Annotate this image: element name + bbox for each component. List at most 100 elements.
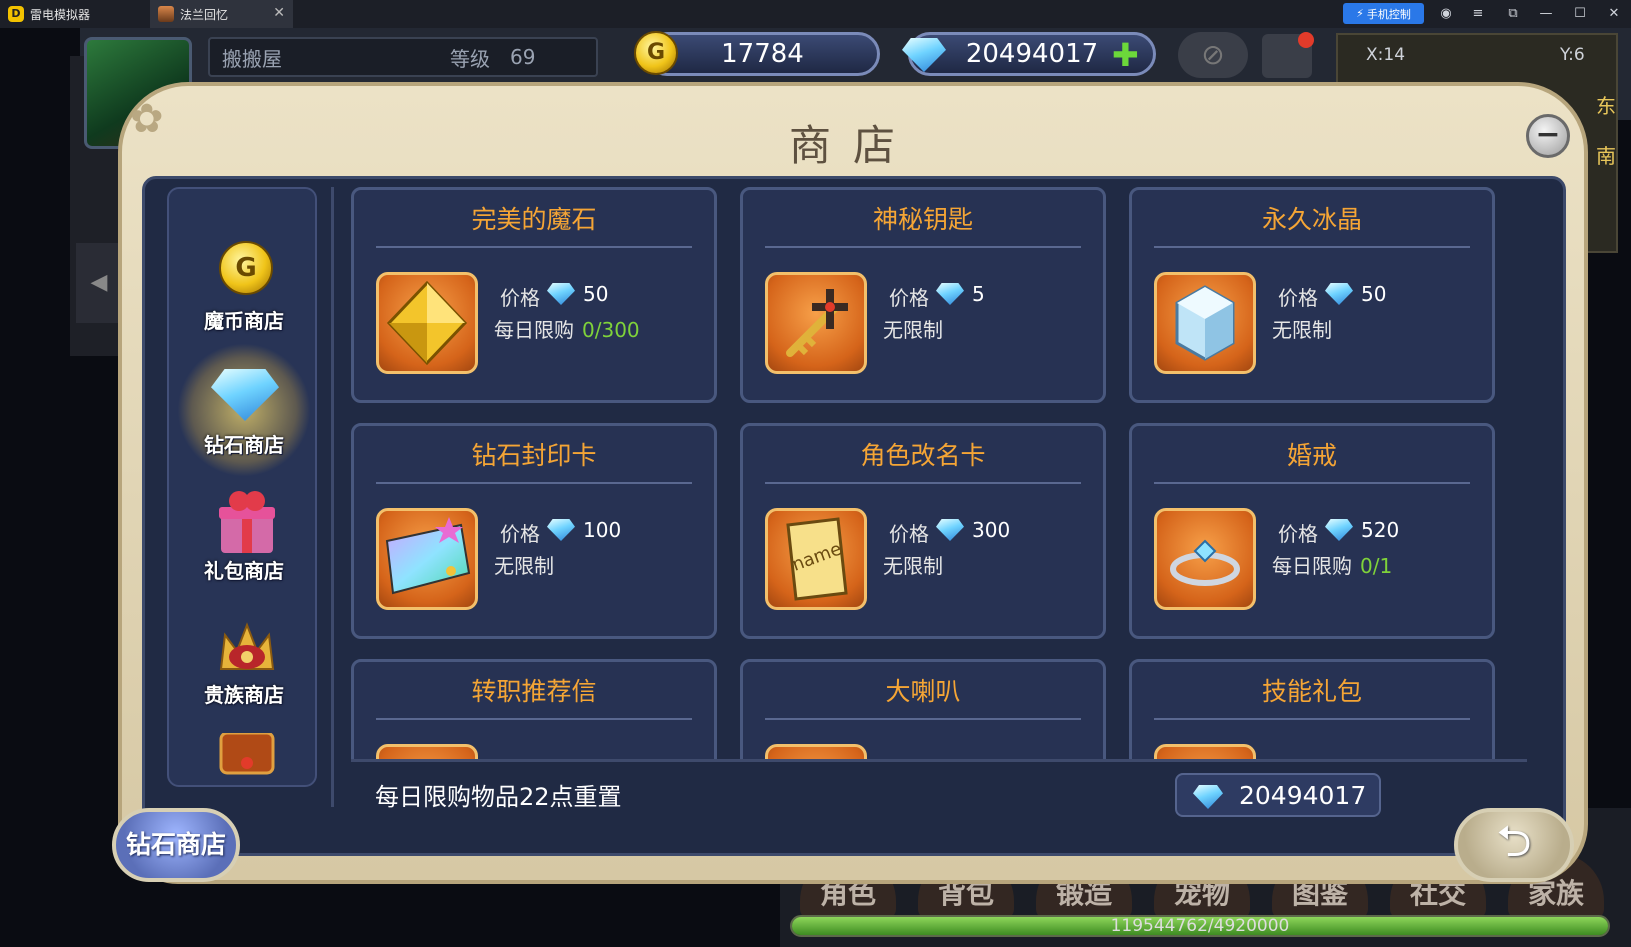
emulator-logo-icon: D: [8, 6, 24, 22]
purchase-limit: 每日限购 0/300: [494, 314, 640, 343]
price-label: 价格: [500, 286, 540, 310]
category-gift-shop[interactable]: 礼包商店: [169, 477, 315, 597]
maximize-icon[interactable]: ☐: [1570, 4, 1590, 24]
shop-window: ✿ 商店 − G 魔币商店 钻石商店 礼包商店 贵族商店 完美的魔石 价格 50…: [112, 82, 1588, 884]
diamond-icon: [936, 283, 964, 305]
divider: [376, 718, 692, 720]
key-icon: [765, 272, 867, 374]
rename-card-icon: name: [765, 508, 867, 610]
coord-y: Y:6: [1560, 45, 1585, 65]
category-gold-shop[interactable]: G 魔币商店: [169, 227, 315, 347]
emulator-titlebar: D 雷电模拟器 法兰回忆 ✕ ⚡ 手机控制 ◉ ≡ ⧉ — ☐ ✕: [0, 0, 1631, 28]
stats-chart-icon[interactable]: [1262, 32, 1314, 78]
category-chest-shop[interactable]: [169, 723, 315, 785]
diamond-amount: 20494017: [965, 39, 1099, 69]
footer-divider: [351, 759, 1527, 762]
item-name: 钻石封印卡: [471, 441, 597, 470]
player-name: 搬搬屋: [222, 46, 282, 71]
item-price: 50: [1361, 282, 1387, 306]
item-card-wedding-ring[interactable]: 婚戒 价格 520 每日限购 0/1: [1129, 423, 1495, 639]
divider: [1154, 246, 1470, 248]
divider: [765, 246, 1081, 248]
item-icon: [765, 744, 867, 759]
close-shop-button[interactable]: −: [1526, 114, 1570, 158]
sidebar-divider: [331, 187, 334, 807]
item-name: 婚戒: [1286, 441, 1337, 470]
close-tab-icon[interactable]: ✕: [273, 5, 285, 21]
price-label: 价格: [1278, 286, 1318, 310]
phone-control-button[interactable]: ⚡ 手机控制: [1343, 3, 1424, 24]
diamond-icon: [547, 519, 575, 541]
phone-control-label: 手机控制: [1366, 7, 1411, 21]
limit-text: 无限制: [494, 554, 554, 578]
hide-eye-icon[interactable]: ⊘: [1178, 32, 1248, 78]
diamond-icon: [936, 519, 964, 541]
item-card-loudspeaker[interactable]: 大喇叭: [740, 659, 1106, 759]
magic-stone-icon: [376, 272, 478, 374]
direction-east: 东: [1596, 94, 1616, 118]
item-price: 50: [583, 282, 609, 306]
divider: [1154, 718, 1470, 720]
item-name: 角色改名卡: [860, 441, 986, 470]
category-noble-shop[interactable]: 贵族商店: [169, 601, 315, 721]
close-window-icon[interactable]: ✕: [1604, 4, 1624, 24]
diamond-icon: [211, 361, 279, 421]
item-name: 转职推荐信: [471, 677, 597, 706]
item-name: 永久冰晶: [1261, 205, 1362, 234]
shop-title: 商店: [788, 121, 917, 170]
limit-text: 无限制: [883, 318, 943, 342]
current-shop-tab[interactable]: 钻石商店: [112, 808, 240, 882]
back-arrow-icon[interactable]: ⮌: [1454, 808, 1574, 882]
gold-counter: 17784: [645, 32, 880, 76]
menu-icon[interactable]: ≡: [1468, 4, 1488, 24]
add-diamonds-icon[interactable]: ✚: [1112, 36, 1139, 74]
limit-text: 每日限购: [494, 318, 574, 342]
limit-count: 0/1: [1360, 554, 1393, 578]
left-arrow-icon[interactable]: ◀: [76, 243, 122, 323]
notification-dot: [1298, 32, 1314, 48]
purchase-limit: 每日限购 0/1: [1272, 550, 1392, 579]
level-value: 69: [510, 45, 536, 69]
category-diamond-shop[interactable]: 钻石商店: [169, 343, 315, 477]
level-label: 等级: [450, 46, 490, 71]
item-card-job-letter[interactable]: 转职推荐信: [351, 659, 717, 759]
item-card-rename-card[interactable]: 角色改名卡 name 价格 300 无限制: [740, 423, 1106, 639]
shop-content-panel: G 魔币商店 钻石商店 礼包商店 贵族商店 完美的魔石 价格 50 每日限购 0…: [142, 176, 1566, 856]
item-icon: [1154, 744, 1256, 759]
user-icon[interactable]: ◉: [1436, 4, 1456, 24]
price-label: 价格: [1278, 522, 1318, 546]
gift-icon: [215, 487, 275, 553]
purchase-limit: 无限制: [494, 550, 554, 579]
price-label: 价格: [889, 286, 929, 310]
minimize-icon[interactable]: —: [1536, 4, 1556, 24]
divider: [1154, 482, 1470, 484]
game-app-icon: [158, 6, 174, 22]
seal-card-icon: [376, 508, 478, 610]
item-card-ice-crystal[interactable]: 永久冰晶 价格 50 无限制: [1129, 187, 1495, 403]
tab-game[interactable]: 法兰回忆 ✕: [150, 0, 293, 28]
price-label: 价格: [889, 522, 929, 546]
item-name: 技能礼包: [1261, 677, 1362, 706]
coord-x: X:14: [1366, 45, 1406, 65]
ring-icon: [1154, 508, 1256, 610]
item-name: 神秘钥匙: [872, 205, 973, 234]
price-label: 价格: [500, 522, 540, 546]
limit-text: 每日限购: [1272, 554, 1352, 578]
gold-coin-icon: G: [215, 237, 275, 297]
gold-amount: 17784: [721, 39, 804, 69]
item-card-magic-stone[interactable]: 完美的魔石 价格 50 每日限购 0/300: [351, 187, 717, 403]
item-card-skill-pack[interactable]: 技能礼包: [1129, 659, 1495, 759]
limit-text: 无限制: [1272, 318, 1332, 342]
item-card-mystery-key[interactable]: 神秘钥匙 价格 5 无限制: [740, 187, 1106, 403]
divider: [376, 482, 692, 484]
restore-window-icon[interactable]: ⧉: [1503, 4, 1523, 24]
category-label: 钻石商店: [204, 433, 284, 457]
tab-emulator[interactable]: D 雷电模拟器: [0, 0, 150, 28]
player-info-bar: 搬搬屋 等级 69: [208, 37, 598, 77]
diamond-icon: [1325, 519, 1353, 541]
item-price: 300: [972, 518, 1011, 542]
item-price: 520: [1361, 518, 1400, 542]
item-card-seal-card[interactable]: 钻石封印卡 价格 100 无限制: [351, 423, 717, 639]
shop-item-grid[interactable]: 完美的魔石 价格 50 每日限购 0/300 神秘钥匙 价格 5 无限制 永久冰…: [351, 187, 1527, 759]
purchase-limit: 无限制: [883, 550, 943, 579]
